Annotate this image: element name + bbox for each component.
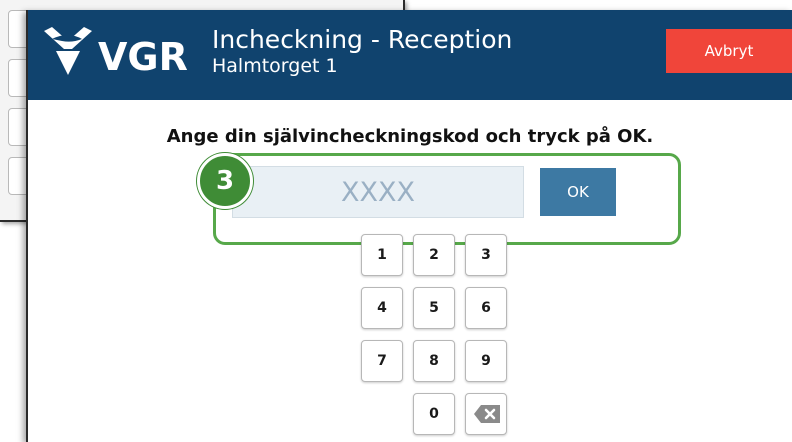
cancel-button[interactable]: Avbryt	[666, 29, 792, 73]
keypad-key-8[interactable]: 8	[413, 340, 455, 382]
app-header: VGR Incheckning - Reception Halmtorget 1…	[28, 10, 792, 100]
vgr-logo-icon	[44, 27, 92, 75]
keypad-key-4[interactable]: 4	[361, 287, 403, 329]
keypad-key-3[interactable]: 3	[465, 234, 507, 276]
keypad-key-0[interactable]: 0	[413, 393, 455, 435]
brand-name: VGR	[98, 35, 188, 79]
keypad-key-9[interactable]: 9	[465, 340, 507, 382]
vgr-logo: VGR	[42, 25, 192, 85]
keypad-key-6[interactable]: 6	[465, 287, 507, 329]
app-title: Incheckning - Reception	[212, 25, 513, 54]
step-number-badge: 3	[197, 153, 253, 209]
backspace-key[interactable]	[465, 393, 507, 435]
checkin-code-input[interactable]	[232, 166, 524, 218]
keypad-key-7[interactable]: 7	[361, 340, 403, 382]
keypad-key-2[interactable]: 2	[413, 234, 455, 276]
keypad-key-5[interactable]: 5	[413, 287, 455, 329]
keypad-key-1[interactable]: 1	[361, 234, 403, 276]
ok-button[interactable]: OK	[540, 168, 616, 216]
checkin-window: VGR Incheckning - Reception Halmtorget 1…	[26, 10, 792, 442]
location-subtitle: Halmtorget 1	[212, 55, 338, 77]
instruction-text: Ange din självincheckningskod och tryck …	[166, 126, 654, 147]
backspace-icon	[474, 405, 500, 423]
